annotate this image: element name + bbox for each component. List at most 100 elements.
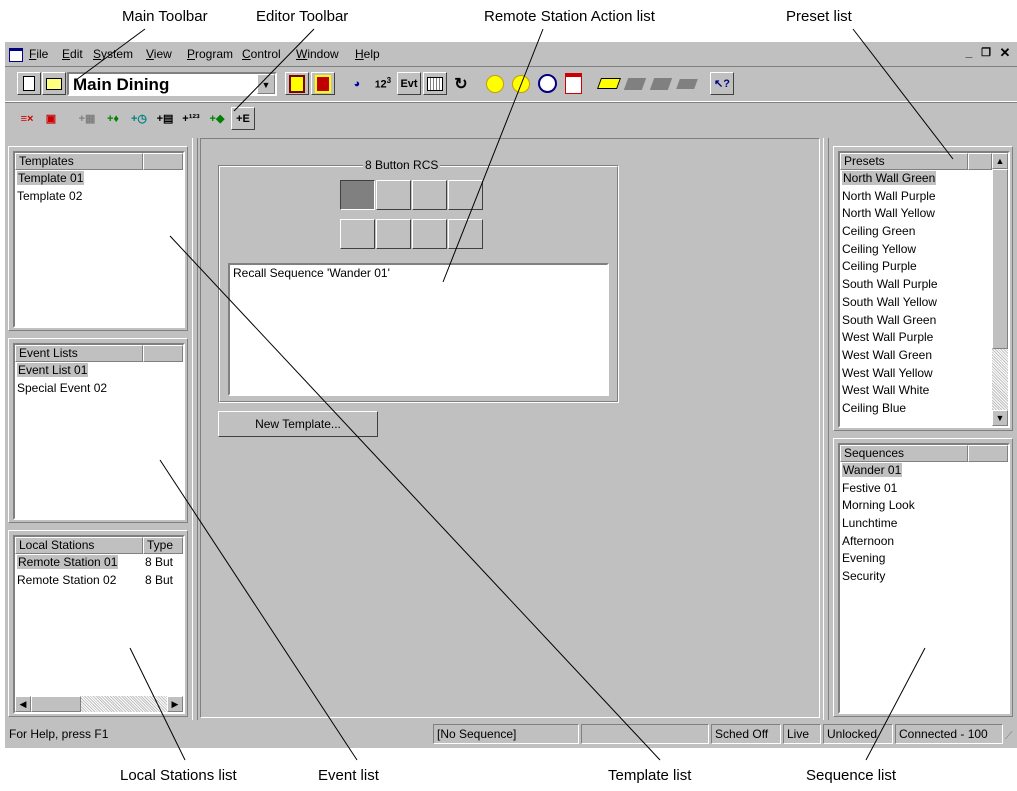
preset-item[interactable]: Ceiling Green [840,223,992,241]
preset-item[interactable]: West Wall Green [840,347,992,365]
presets-scroll-thumb[interactable] [992,169,1008,349]
clock-button[interactable] [535,72,559,95]
preset-item[interactable]: North Wall Purple [840,188,992,206]
chevron-down-icon[interactable]: ▼ [257,74,275,94]
menu-help[interactable]: Help [355,47,380,61]
resize-grip-icon[interactable]: ⟋ [1005,730,1013,743]
sequence-item[interactable]: Morning Look [840,497,1008,515]
menu-file[interactable]: File [29,47,48,61]
templates-list[interactable]: Templates Template 01 Template 02 [13,151,185,328]
disabled-tool-1-button[interactable] [623,72,647,95]
disabled-tool-2-button[interactable] [649,72,673,95]
menu-program[interactable]: Program [187,47,233,61]
sequences-list[interactable]: Sequences Wander 01 Festive 01 Morning Loo… [838,443,1010,714]
local-stations-list[interactable]: Local Stations Type Remote Station 01 8 B… [13,535,185,714]
door-exit-button[interactable] [311,72,335,95]
sequence-item[interactable]: Wander 01 [840,462,1008,480]
rcs-button-1[interactable] [340,180,375,210]
sequence-item[interactable]: Festive 01 [840,480,1008,498]
menu-edit[interactable]: Edit [62,47,83,61]
template-item[interactable]: Template 02 [15,188,183,206]
open-file-button[interactable] [42,72,66,95]
add-sequence-button[interactable]: +¹²³ [179,107,203,130]
disabled-tool-3-button[interactable] [675,72,699,95]
type-header[interactable]: Type [143,537,183,554]
door-button[interactable] [285,72,309,95]
scroll-left-icon[interactable]: ◀ [15,696,31,712]
scroll-up-icon[interactable]: ▲ [992,153,1008,169]
spotlight-button[interactable]: ◕ [345,72,369,95]
local-station-row[interactable]: Remote Station 02 8 But [15,572,183,590]
scroll-thumb[interactable] [31,696,81,712]
menu-window[interactable]: Window [296,47,339,61]
template-item[interactable]: Template 01 [15,170,183,188]
preset-item[interactable]: Ceiling Blue [840,400,992,418]
sequence-item[interactable]: Lunchtime [840,515,1008,533]
preset-item[interactable]: Ceiling Yellow [840,241,992,259]
add-scene-button[interactable]: +◆ [205,107,229,130]
rcs-button-6[interactable] [376,219,411,249]
add-station-button[interactable]: +▦ [75,107,99,130]
menu-view[interactable]: View [146,47,172,61]
action-item[interactable]: Recall Sequence 'Wander 01' [230,265,607,283]
scroll-down-icon[interactable]: ▼ [992,410,1008,426]
left-splitter[interactable] [192,138,198,720]
presets-vertical-scrollbar[interactable]: ▲ ▼ [992,153,1008,426]
delete-item-button[interactable]: ▣ [39,107,63,130]
preset-item[interactable]: South Wall Green [840,312,992,330]
preset-item[interactable]: North Wall Yellow [840,205,992,223]
preset-item[interactable]: South Wall Purple [840,276,992,294]
preset-item[interactable]: West Wall Purple [840,329,992,347]
delete-list-button[interactable]: ≡× [15,107,39,130]
menu-system[interactable]: System [93,47,133,61]
local-stations-header[interactable]: Local Stations [15,537,143,554]
preset-item[interactable]: West Wall White [840,382,992,400]
event-lists-header[interactable]: Event Lists [15,345,143,362]
close-icon[interactable]: ✕ [998,46,1012,60]
remote-action-list[interactable]: Recall Sequence 'Wander 01' [228,263,609,396]
presets-list[interactable]: Presets North Wall Green North Wall Purpl… [838,151,1010,428]
preset-item[interactable]: Ceiling Purple [840,258,992,276]
sequence-item[interactable]: Evening [840,550,1008,568]
context-help-button[interactable]: ↖? [710,72,734,95]
rcs-button-8[interactable] [448,219,483,249]
rcs-button-7[interactable] [412,219,447,249]
sequence-number-button[interactable]: 123 [371,72,395,95]
add-event-button[interactable]: +E [231,107,255,130]
new-file-button[interactable] [17,72,41,95]
rcs-button-5[interactable] [340,219,375,249]
event-list-item[interactable]: Event List 01 [15,362,183,380]
preset-item[interactable]: West Wall Yellow [840,365,992,383]
eraser-button[interactable] [596,72,622,95]
add-keypad-button[interactable]: +▤ [153,107,177,130]
preset-item[interactable]: South Wall Yellow [840,294,992,312]
rcs-button-4[interactable] [448,180,483,210]
event-lists-list[interactable]: Event Lists Event List 01 Special Event 0… [13,343,185,520]
add-preset-button[interactable]: +♦ [101,107,125,130]
globe-button[interactable] [483,72,507,95]
right-splitter[interactable] [823,138,829,720]
event-list-item[interactable]: Special Event 02 [15,380,183,398]
horizontal-scrollbar[interactable]: ◀ ▶ [15,696,183,712]
rcs-button-3[interactable] [412,180,447,210]
templates-header[interactable]: Templates [15,153,143,170]
local-station-row[interactable]: Remote Station 01 8 But [15,554,183,572]
minimize-icon[interactable]: _ [962,46,976,60]
sequence-item[interactable]: Security [840,568,1008,586]
preset-item[interactable]: North Wall Green [840,170,992,188]
keypad-button[interactable] [423,72,447,95]
event-button[interactable]: Evt [397,72,421,95]
add-schedule-button[interactable]: +◷ [127,107,151,130]
new-template-button[interactable]: New Template... [218,411,378,437]
menu-control[interactable]: Control [242,47,281,61]
scroll-right-icon[interactable]: ▶ [167,696,183,712]
location-combobox[interactable]: Main Dining ▼ [67,72,277,96]
restore-icon[interactable]: ❐ [979,46,993,60]
presets-header[interactable]: Presets [840,153,968,170]
sequence-item[interactable]: Afternoon [840,533,1008,551]
refresh-button[interactable]: ↻ [449,72,473,95]
sequences-header[interactable]: Sequences [840,445,968,462]
calendar-button[interactable] [561,72,585,95]
calculator-button[interactable] [509,72,533,95]
rcs-button-2[interactable] [376,180,411,210]
